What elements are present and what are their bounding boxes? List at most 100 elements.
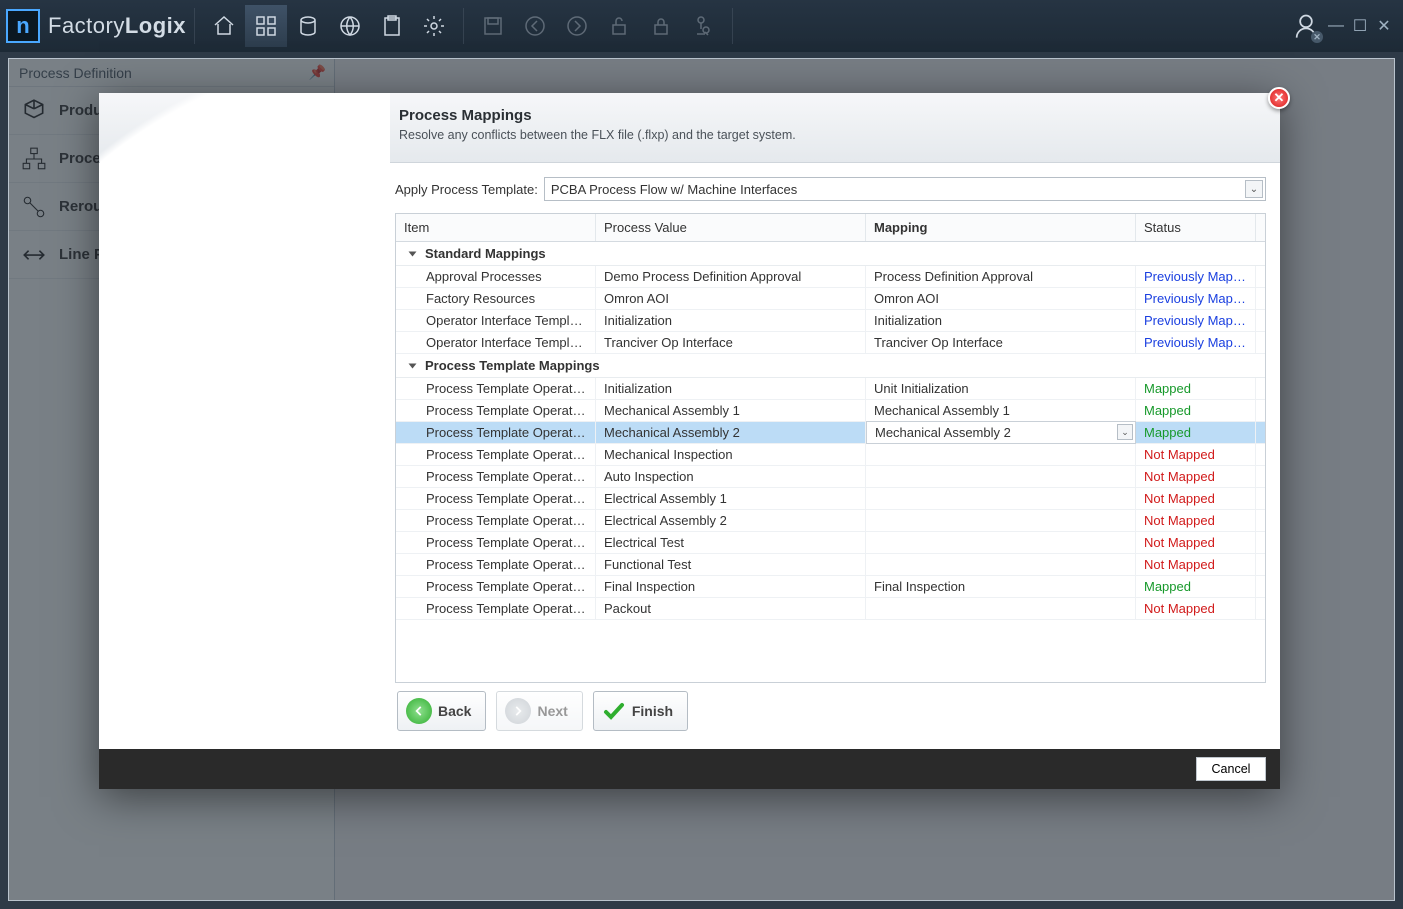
back-label: Back xyxy=(438,703,471,719)
cell-process-value: Omron AOI xyxy=(596,288,866,309)
collapse-icon xyxy=(409,251,417,256)
minimize-button[interactable]: — xyxy=(1327,17,1345,35)
cell-status: Mapped xyxy=(1136,422,1256,443)
table-row[interactable]: Process Template OperationsInitializatio… xyxy=(396,378,1265,400)
cell-mapping xyxy=(866,488,1136,509)
cell-mapping[interactable]: Mechanical Assembly 2⌄ xyxy=(866,421,1136,444)
nav-back-icon[interactable] xyxy=(514,5,556,47)
cell-process-value: Packout xyxy=(596,598,866,619)
logo-icon: n xyxy=(6,9,40,43)
cell-item: Process Template Operations xyxy=(396,510,596,531)
wizard-step-active[interactable]: Process Mappings View Process Mappings xyxy=(227,389,382,437)
close-window-button[interactable]: ✕ xyxy=(1375,17,1393,35)
table-row[interactable]: Process Template OperationsMechanical As… xyxy=(396,400,1265,422)
nav-fwd-icon[interactable] xyxy=(556,5,598,47)
wizard-steps-rail: Select FLX Assembly New Process Revision… xyxy=(99,163,389,689)
back-button[interactable]: Back xyxy=(397,691,486,731)
next-button[interactable]: Next xyxy=(496,691,582,731)
cell-mapping: Omron AOI xyxy=(866,288,1136,309)
cancel-button[interactable]: Cancel xyxy=(1196,757,1266,781)
cell-item: Process Template Operations xyxy=(396,598,596,619)
cell-process-value: Demo Process Definition Approval xyxy=(596,266,866,287)
table-row[interactable]: Process Template OperationsElectrical As… xyxy=(396,488,1265,510)
cell-process-value: Initialization xyxy=(596,378,866,399)
cell-process-value: Final Inspection xyxy=(596,576,866,597)
dialog-subtitle: Resolve any conflicts between the FLX fi… xyxy=(399,128,1262,142)
col-process-value[interactable]: Process Value xyxy=(596,214,866,241)
table-row[interactable]: Process Template OperationsElectrical As… xyxy=(396,510,1265,532)
cell-status: Not Mapped xyxy=(1136,554,1256,575)
wizard-step-1[interactable]: Select FLX Assembly xyxy=(297,255,357,281)
next-label: Next xyxy=(537,703,567,719)
lock-icon[interactable] xyxy=(640,5,682,47)
col-status[interactable]: Status xyxy=(1136,214,1256,241)
cell-process-value: Mechanical Assembly 2 xyxy=(596,422,866,443)
cell-mapping: Tranciver Op Interface xyxy=(866,332,1136,353)
cell-status: Mapped xyxy=(1136,576,1256,597)
logo-text-2: Logix xyxy=(125,13,186,38)
user-status-icon: ✕ xyxy=(1311,31,1323,43)
table-row[interactable]: Operator Interface TemplatesInitializati… xyxy=(396,310,1265,332)
user-avatar[interactable]: ✕ xyxy=(1291,11,1321,41)
cell-status: Previously Mapped xyxy=(1136,266,1256,287)
cell-mapping: Mechanical Assembly 1 xyxy=(866,400,1136,421)
col-mapping[interactable]: Mapping xyxy=(866,214,1136,241)
cell-mapping: Unit Initialization xyxy=(866,378,1136,399)
cell-process-value: Electrical Assembly 2 xyxy=(596,510,866,531)
table-row[interactable]: Operator Interface Templates Tranciver Op… xyxy=(396,332,1265,354)
template-value: PCBA Process Flow w/ Machine Interfaces xyxy=(551,182,797,197)
unlock-icon[interactable] xyxy=(598,5,640,47)
save-icon[interactable] xyxy=(472,5,514,47)
table-row[interactable]: Process Template OperationsAuto Inspecti… xyxy=(396,466,1265,488)
cell-mapping xyxy=(866,532,1136,553)
cell-mapping xyxy=(866,554,1136,575)
chevron-down-icon[interactable]: ⌄ xyxy=(1117,424,1133,440)
cell-item: Process Template Operations xyxy=(396,422,596,443)
table-row[interactable]: Approval ProcessesDemo Process Definitio… xyxy=(396,266,1265,288)
cell-item: Process Template Operations xyxy=(396,378,596,399)
col-item[interactable]: Item xyxy=(396,214,596,241)
finish-label: Finish xyxy=(632,703,673,719)
dialog-title: Process Mappings xyxy=(399,107,1262,124)
table-row[interactable]: Factory ResourcesOmron AOIOmron AOIPrevi… xyxy=(396,288,1265,310)
db-icon[interactable] xyxy=(287,5,329,47)
cell-status: Previously Mapped xyxy=(1136,332,1256,353)
wizard-step-2[interactable]: New Process Revision Create New Process … xyxy=(265,317,355,351)
inspect-icon[interactable] xyxy=(682,5,724,47)
cell-item: Factory Resources xyxy=(396,288,596,309)
cell-status: Mapped xyxy=(1136,400,1256,421)
cell-process-value: Mechanical Inspection xyxy=(596,444,866,465)
cell-status: Not Mapped xyxy=(1136,510,1256,531)
cell-mapping: Final Inspection xyxy=(866,576,1136,597)
table-row[interactable]: Process Template OperationsFunctional Te… xyxy=(396,554,1265,576)
table-row[interactable]: Process Template OperationsMechanical In… xyxy=(396,444,1265,466)
template-select[interactable]: PCBA Process Flow w/ Machine Interfaces … xyxy=(544,177,1266,201)
cell-mapping xyxy=(866,444,1136,465)
cell-process-value: Electrical Test xyxy=(596,532,866,553)
maximize-button[interactable]: ☐ xyxy=(1351,17,1369,35)
wizard-buttons: Back Next Finish xyxy=(397,691,1266,735)
close-dialog-button[interactable]: ✕ xyxy=(1268,87,1290,109)
template-label: Apply Process Template: xyxy=(395,182,538,197)
chevron-down-icon: ⌄ xyxy=(1245,180,1263,198)
group-header[interactable]: Process Template Mappings xyxy=(396,354,1265,378)
home-icon[interactable] xyxy=(203,5,245,47)
cell-item: Process Template Operations xyxy=(396,532,596,553)
cell-item: Approval Processes xyxy=(396,266,596,287)
globe-icon[interactable] xyxy=(329,5,371,47)
table-row[interactable]: Process Template OperationsMechanical As… xyxy=(396,422,1265,444)
cell-status: Previously Mapped xyxy=(1136,310,1256,331)
table-row[interactable]: Process Template OperationsPackout Not Ma… xyxy=(396,598,1265,620)
grid-icon[interactable] xyxy=(245,5,287,47)
finish-button[interactable]: Finish xyxy=(593,691,688,731)
process-mappings-dialog: ✕ Process Mappings Resolve any conflicts… xyxy=(99,93,1280,789)
gear-icon[interactable] xyxy=(413,5,455,47)
cell-process-value: Functional Test xyxy=(596,554,866,575)
dialog-footer: Cancel xyxy=(99,749,1280,789)
cell-item: Operator Interface Templates xyxy=(396,332,596,353)
group-header[interactable]: Standard Mappings xyxy=(396,242,1265,266)
cell-status: Not Mapped xyxy=(1136,598,1256,619)
clipboard-icon[interactable] xyxy=(371,5,413,47)
table-row[interactable]: Process Template OperationsElectrical Te… xyxy=(396,532,1265,554)
table-row[interactable]: Process Template OperationsFinal Inspect… xyxy=(396,576,1265,598)
